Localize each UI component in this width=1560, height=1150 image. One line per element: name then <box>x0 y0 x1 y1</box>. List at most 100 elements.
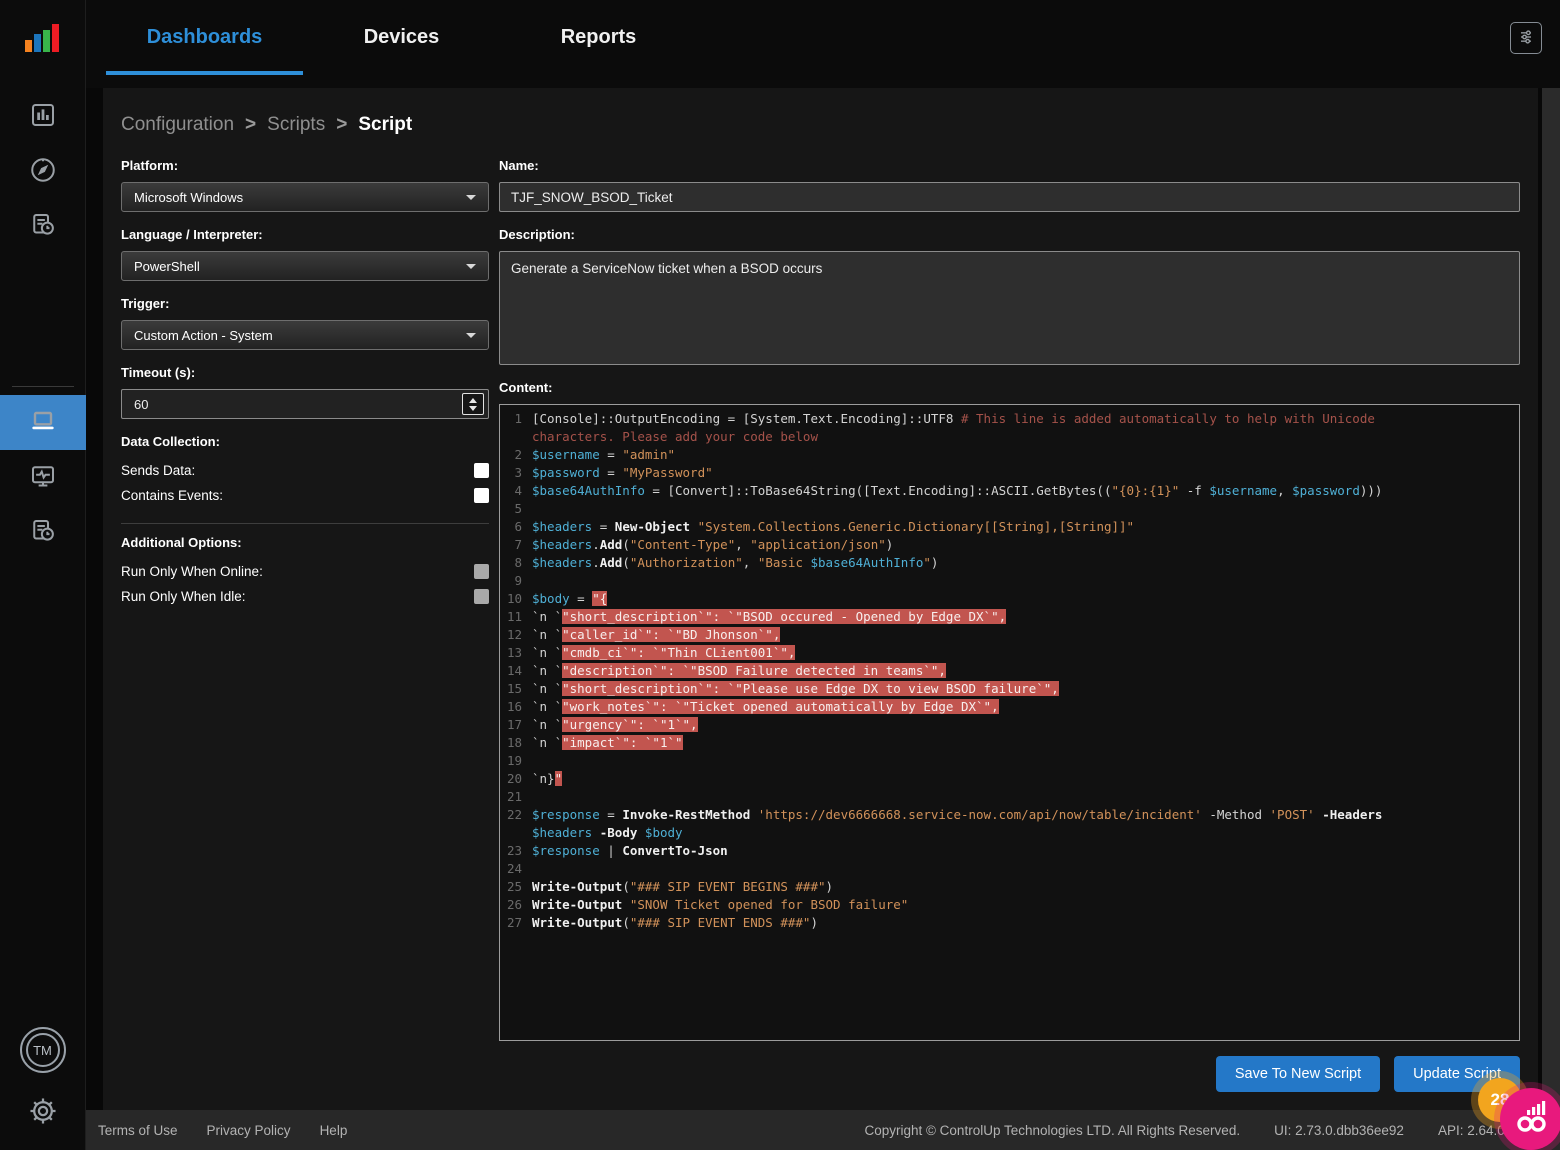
code-line: 18`n `"impact`": `"1`" <box>500 734 1511 752</box>
code-token <box>750 807 758 822</box>
run-online-row: Run Only When Online: <box>121 559 489 584</box>
code-token: "### SIP EVENT BEGINS ###" <box>630 879 826 894</box>
line-number: 15 <box>500 680 532 698</box>
code-editor[interactable]: 1[Console]::OutputEncoding = [System.Tex… <box>499 404 1520 1041</box>
code-token: "caller_id`": `"BD Jhonson`", <box>562 627 780 642</box>
script-card: Configuration > Scripts > Script Platfor… <box>103 88 1538 1110</box>
privacy-policy-link[interactable]: Privacy Policy <box>207 1123 291 1138</box>
app-logo[interactable] <box>25 20 61 59</box>
options-divider <box>121 523 489 524</box>
line-text: `n}" <box>532 770 1422 788</box>
code-line: 23$response | ConvertTo-Json <box>500 842 1511 860</box>
language-select-value: PowerShell <box>134 259 200 274</box>
user-avatar[interactable]: TM <box>20 1027 66 1073</box>
line-text: `n `"work_notes`": `"Ticket opened autom… <box>532 698 1422 716</box>
name-input[interactable]: TJF_SNOW_BSOD_Ticket <box>499 182 1520 212</box>
sends-data-row: Sends Data: <box>121 458 489 483</box>
run-online-checkbox[interactable] <box>474 564 489 579</box>
code-token: = <box>592 519 615 534</box>
line-text: Write-Output("### SIP EVENT BEGINS ###") <box>532 878 1422 896</box>
description-input[interactable]: Generate a ServiceNow ticket when a BSOD… <box>499 251 1520 365</box>
code-token: , <box>743 555 758 570</box>
line-text: $headers = New-Object "System.Collection… <box>532 518 1422 536</box>
contains-events-checkbox[interactable] <box>474 488 489 503</box>
code-line: 13`n `"cmdb_ci`": `"Thin CLient001`", <box>500 644 1511 662</box>
stepper-down-icon[interactable] <box>469 406 477 411</box>
line-number: 20 <box>500 770 532 788</box>
code-token: "cmdb_ci`": `"Thin CLient001`", <box>562 645 795 660</box>
code-token: `n ` <box>532 717 562 732</box>
breadcrumb: Configuration > Scripts > Script <box>121 88 1520 136</box>
sidebar-item-dashboards[interactable] <box>0 89 86 144</box>
code-line: 2$username = "admin" <box>500 446 1511 464</box>
sidebar-item-monitoring[interactable] <box>0 450 86 505</box>
line-number: 25 <box>500 878 532 896</box>
code-token: "short_description`": `"Please use Edge … <box>562 681 1059 696</box>
timeout-stepper[interactable] <box>462 393 484 415</box>
code-line: 10$body = "{ <box>500 590 1511 608</box>
tab-reports[interactable]: Reports <box>500 0 697 75</box>
run-idle-checkbox[interactable] <box>474 589 489 604</box>
line-text: `n `"short_description`": `"BSOD occured… <box>532 608 1422 626</box>
sends-data-checkbox[interactable] <box>474 463 489 478</box>
gear-icon <box>27 1115 59 1130</box>
ui-version: UI: 2.73.0.dbb36ee92 <box>1274 1123 1404 1138</box>
platform-label: Platform: <box>121 158 489 173</box>
code-token: $body <box>532 591 570 606</box>
code-token: $password <box>532 465 600 480</box>
code-token: "impact`": `"1`" <box>562 735 682 750</box>
line-number: 14 <box>500 662 532 680</box>
code-token: $headers <box>532 555 592 570</box>
code-token: " <box>555 771 563 786</box>
code-token: -Body <box>600 825 638 840</box>
code-line: 20`n}" <box>500 770 1511 788</box>
help-link[interactable]: Help <box>320 1123 348 1138</box>
description-value: Generate a ServiceNow ticket when a BSOD… <box>511 261 822 276</box>
code-token: = <box>600 447 623 462</box>
footer: Terms of Use Privacy Policy Help Copyrig… <box>86 1110 1560 1150</box>
breadcrumb-configuration[interactable]: Configuration <box>121 114 234 136</box>
trigger-select[interactable]: Custom Action - System <box>121 320 489 350</box>
language-select[interactable]: PowerShell <box>121 251 489 281</box>
chevron-down-icon <box>466 264 476 269</box>
line-text: `n `"impact`": `"1`" <box>532 734 1422 752</box>
terms-of-use-link[interactable]: Terms of Use <box>98 1123 178 1138</box>
sidebar-item-device-history[interactable] <box>0 505 86 560</box>
code-token: `n ` <box>532 627 562 642</box>
support-chat-widget[interactable] <box>1500 1088 1560 1150</box>
line-text: $response = Invoke-RestMethod 'https://d… <box>532 806 1422 842</box>
code-token <box>637 825 645 840</box>
line-text: `n `"urgency`": `"1`", <box>532 716 1422 734</box>
save-to-new-script-button[interactable]: Save To New Script <box>1216 1056 1380 1092</box>
timeout-value: 60 <box>134 397 148 412</box>
code-line: 17`n `"urgency`": `"1`", <box>500 716 1511 734</box>
line-text: $username = "admin" <box>532 446 1422 464</box>
code-token <box>622 897 630 912</box>
nav-preferences-button[interactable] <box>1510 22 1542 54</box>
breadcrumb-scripts[interactable]: Scripts <box>267 114 325 136</box>
stepper-up-icon[interactable] <box>469 398 477 403</box>
copyright-text: Copyright © ControlUp Technologies LTD. … <box>864 1123 1240 1138</box>
code-token: . <box>592 555 600 570</box>
platform-select[interactable]: Microsoft Windows <box>121 182 489 212</box>
code-token: $base64AuthInfo <box>532 483 645 498</box>
page-scrollbar[interactable] <box>1542 88 1560 1110</box>
tab-devices[interactable]: Devices <box>303 0 500 75</box>
settings-button[interactable] <box>27 1095 59 1130</box>
code-token: Add <box>600 537 623 552</box>
line-number: 8 <box>500 554 532 572</box>
timeout-input[interactable]: 60 <box>121 389 489 419</box>
sidebar-item-devices-active[interactable] <box>0 395 86 450</box>
line-text: $response | ConvertTo-Json <box>532 842 1422 860</box>
sidebar-item-reports-history[interactable] <box>0 199 86 254</box>
code-token <box>1382 807 1390 822</box>
laptop-icon <box>27 405 59 440</box>
line-number: 7 <box>500 536 532 554</box>
run-idle-row: Run Only When Idle: <box>121 584 489 609</box>
code-token: -f <box>1179 483 1209 498</box>
sidebar-item-explore[interactable] <box>0 144 86 199</box>
platform-select-value: Microsoft Windows <box>134 190 243 205</box>
line-text: $password = "MyPassword" <box>532 464 1422 482</box>
sidebar-divider <box>12 386 74 387</box>
tab-dashboards[interactable]: Dashboards <box>106 0 303 75</box>
